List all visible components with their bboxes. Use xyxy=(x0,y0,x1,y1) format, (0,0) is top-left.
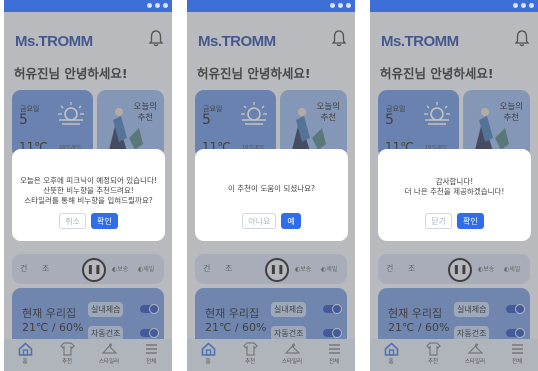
status-icons xyxy=(147,3,168,8)
dialog-message-line: 감사합니다! xyxy=(435,177,474,186)
phone-screen-3: Ms.TROMM 허유진님 안녕하세요! 금요일 5 11℃ 18℃/8℃ 오늘… xyxy=(370,0,538,371)
dialog-message: 오늘은 오후에 피크닉이 예정되어 있습니다! 산뜻한 비누향을 추천드려요! 스타… xyxy=(12,176,165,206)
dialog-message-line: 이 추천이 도움이 되셨나요? xyxy=(227,184,316,193)
dialog-secondary-button[interactable]: 닫기 xyxy=(425,213,452,229)
dialog-message: 감사합니다! 더 나은 추천을 제공하겠습니다! xyxy=(378,177,531,197)
phone-screen-2: Ms.TROMM 허유진님 안녕하세요! 금요일 5 11℃ 18℃/8℃ 오늘… xyxy=(187,0,355,371)
dialog-message-line: 스타일러를 통해 비누향을 입혀드릴까요? xyxy=(24,196,153,205)
status-icons xyxy=(513,3,534,8)
feedback-dialog: 오늘은 오후에 피크닉이 예정되어 있습니다! 산뜻한 비누향을 추천드려요! 스타… xyxy=(12,149,165,241)
phone-screen-1: Ms.TROMM 허유진님 안녕하세요! 금요일 5 11℃ 18℃/8℃ 오늘… xyxy=(4,0,172,371)
dialog-buttons: 취소 확인 xyxy=(12,213,165,229)
feedback-dialog: 감사합니다! 더 나은 추천을 제공하겠습니다! 닫기 확인 xyxy=(378,149,531,241)
dialog-buttons: 닫기 확인 xyxy=(378,213,531,229)
dialog-buttons: 아니요 예 xyxy=(195,213,348,229)
dialog-primary-button[interactable]: 확인 xyxy=(91,213,118,229)
dialog-primary-button[interactable]: 예 xyxy=(281,213,301,229)
dialog-message-line: 산뜻한 비누향을 추천드려요! xyxy=(43,186,134,195)
status-bar xyxy=(4,0,172,12)
dialog-secondary-button[interactable]: 취소 xyxy=(59,213,86,229)
dialog-message: 이 추천이 도움이 되셨나요? xyxy=(195,184,348,194)
dialog-secondary-button[interactable]: 아니요 xyxy=(242,213,277,229)
status-icons xyxy=(330,3,351,8)
feedback-dialog: 이 추천이 도움이 되셨나요? 아니요 예 xyxy=(195,149,348,241)
status-bar xyxy=(370,0,538,12)
dialog-primary-button[interactable]: 확인 xyxy=(457,213,484,229)
status-bar xyxy=(187,0,355,12)
dialog-message-line: 더 나은 추천을 제공하겠습니다! xyxy=(404,187,505,196)
dialog-message-line: 오늘은 오후에 피크닉이 예정되어 있습니다! xyxy=(20,176,157,185)
